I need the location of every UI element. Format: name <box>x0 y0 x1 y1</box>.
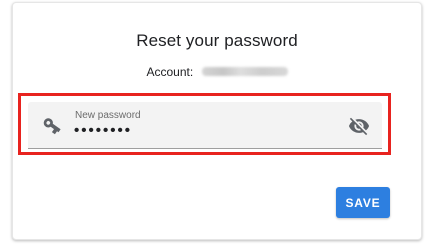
dialog-title: Reset your password <box>136 31 298 50</box>
key-icon <box>40 116 62 138</box>
save-button[interactable]: SAVE <box>336 187 390 218</box>
account-label: Account: <box>146 64 194 79</box>
account-value-redacted <box>201 67 288 77</box>
account-row: Account: <box>13 64 421 79</box>
visibility-off-icon[interactable] <box>348 115 370 137</box>
new-password-input[interactable]: •••••••• <box>74 122 132 139</box>
new-password-label: New password <box>75 110 141 121</box>
new-password-field[interactable]: New password •••••••• <box>28 102 382 149</box>
